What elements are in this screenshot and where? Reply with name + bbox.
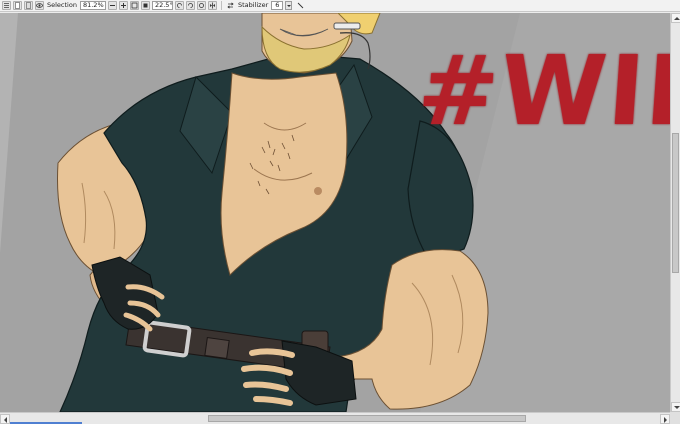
rotate-reset-button[interactable]	[196, 1, 206, 10]
swap-arrows-icon	[227, 2, 234, 9]
reset-rotation-icon	[199, 3, 204, 8]
rotation-angle-field[interactable]: 22.5°	[151, 1, 173, 10]
scroll-left-button[interactable]	[0, 414, 10, 424]
selection-label: Selection	[47, 1, 77, 9]
zoom-field[interactable]: 81.2%	[79, 1, 106, 10]
stabilizer-dropdown[interactable]	[285, 1, 293, 10]
selection-toggle-button[interactable]	[35, 1, 44, 10]
scroll-down-button[interactable]	[671, 402, 680, 412]
rotate-left-button[interactable]	[174, 1, 184, 10]
minus-icon	[109, 5, 115, 6]
zoom-in-button[interactable]	[118, 1, 128, 10]
page-icon	[26, 2, 31, 9]
fit-window-button[interactable]	[140, 1, 150, 10]
stabilizer-field[interactable]: 6	[271, 1, 284, 10]
flip-horizontal-button[interactable]	[207, 1, 217, 10]
vertical-scrollbar[interactable]	[670, 13, 680, 412]
scroll-up-button[interactable]	[671, 13, 680, 23]
eye-icon	[36, 3, 43, 8]
plus-icon	[120, 3, 126, 8]
new-view-button[interactable]	[13, 1, 22, 10]
rotate-right-button[interactable]	[185, 1, 195, 10]
toolbar-separator	[220, 1, 222, 10]
horizontal-scroll-thumb[interactable]	[208, 415, 526, 422]
fit-icon	[143, 3, 148, 8]
drawing-canvas[interactable]: #WIP	[0, 13, 670, 412]
headset-mic	[333, 22, 361, 30]
scrollbar-corner	[670, 412, 680, 424]
actual-size-icon	[131, 2, 138, 9]
swap-button[interactable]	[226, 1, 235, 10]
rotate-left-icon	[177, 3, 182, 8]
grip-icon	[4, 3, 9, 8]
flip-icon	[209, 2, 215, 9]
chest-detail	[314, 187, 322, 195]
zoom-out-button[interactable]	[107, 1, 117, 10]
wip-overlay-text: #WIP	[414, 35, 670, 147]
stabilizer-label: Stabilizer	[237, 1, 269, 9]
belt-loop	[204, 336, 230, 360]
pen-settings-button[interactable]	[296, 1, 305, 10]
menu-button[interactable]	[2, 1, 11, 10]
pen-icon	[297, 2, 304, 9]
page-icon	[15, 2, 20, 9]
rotate-right-icon	[188, 3, 193, 8]
left-arrow-icon	[1, 417, 7, 423]
horizontal-scrollbar[interactable]	[0, 412, 670, 424]
zoom-reset-button[interactable]	[129, 1, 139, 10]
vertical-scroll-thumb[interactable]	[672, 133, 679, 273]
close-view-button[interactable]	[24, 1, 33, 10]
up-arrow-icon	[674, 14, 680, 20]
canvas-toolbar: Selection 81.2% 22.5° Stabilizer 6	[0, 0, 680, 12]
scroll-right-button[interactable]	[660, 414, 670, 424]
